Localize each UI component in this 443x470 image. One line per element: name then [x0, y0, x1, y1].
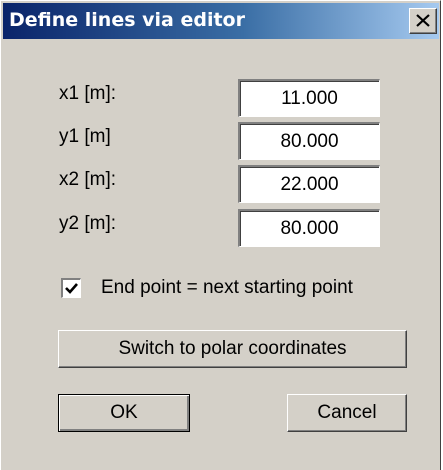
close-button[interactable] — [409, 8, 437, 34]
x2-label: x2 [m]: — [59, 169, 117, 190]
y2-field[interactable]: 80.000 — [238, 209, 380, 247]
y1-field[interactable]: 80.000 — [238, 122, 380, 160]
title-bar[interactable]: Define lines via editor — [3, 3, 439, 39]
switch-polar-button[interactable]: Switch to polar coordinates — [58, 330, 407, 368]
close-icon — [416, 14, 430, 27]
y1-label: y1 [m] — [59, 126, 111, 147]
x2-field[interactable]: 22.000 — [238, 165, 380, 203]
y2-label: y2 [m]: — [59, 213, 117, 234]
ok-button[interactable]: OK — [58, 394, 190, 432]
define-lines-dialog: Define lines via editor x1 [m]: 11.000 y… — [0, 0, 441, 470]
dialog-title: Define lines via editor — [9, 9, 245, 31]
end-point-checkbox-label[interactable]: End point = next starting point — [101, 277, 353, 299]
x1-label: x1 [m]: — [59, 83, 117, 104]
x1-field[interactable]: 11.000 — [238, 79, 380, 117]
checkmark-icon — [65, 283, 78, 294]
end-point-checkbox[interactable] — [61, 278, 81, 298]
cancel-button[interactable]: Cancel — [287, 394, 407, 432]
